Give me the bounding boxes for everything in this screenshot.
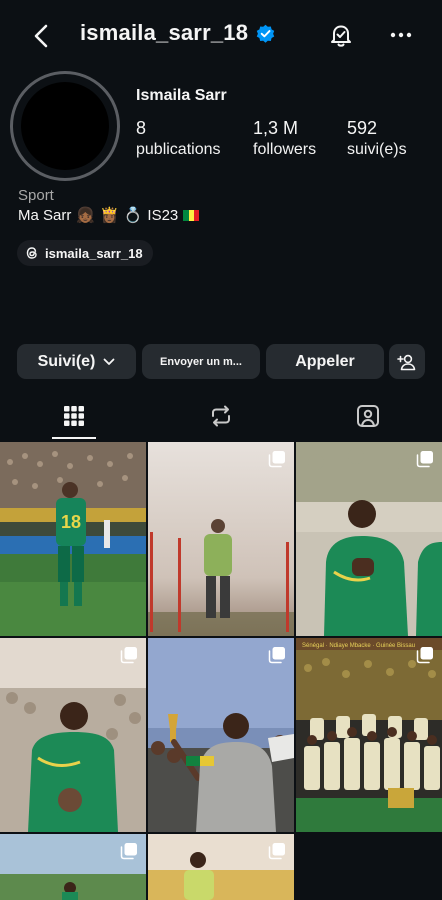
verified-badge-icon bbox=[256, 24, 275, 43]
grid-icon[interactable] bbox=[60, 402, 88, 430]
bio-text-end: IS23 bbox=[147, 206, 179, 224]
following-button[interactable]: Suivi(e) bbox=[17, 344, 136, 379]
threads-link[interactable]: ismaila_sarr_18 bbox=[17, 240, 153, 266]
post-tile-6[interactable]: Sénégal · Ndiaye Mbacke · Guinée Bissau bbox=[296, 638, 442, 832]
top-bar: ismaila_sarr_18 bbox=[0, 0, 442, 72]
profile-name: Ismaila Sarr bbox=[136, 87, 227, 104]
reels-icon[interactable] bbox=[207, 402, 235, 430]
post-image: 18 bbox=[0, 442, 146, 636]
add-person-icon bbox=[397, 354, 416, 370]
following-label: Suivi(e) bbox=[37, 352, 96, 370]
post-tile-7[interactable] bbox=[0, 834, 146, 900]
post-image bbox=[0, 638, 146, 832]
call-label: Appeler bbox=[295, 352, 355, 370]
stat-value: 8 bbox=[136, 118, 147, 138]
more-options-icon[interactable] bbox=[388, 22, 414, 48]
tagged-icon[interactable] bbox=[354, 402, 382, 430]
username-header: ismaila_sarr_18 bbox=[80, 20, 275, 46]
multiple-images-icon bbox=[416, 647, 433, 664]
profile-avatar-ring[interactable] bbox=[10, 71, 120, 181]
stat-value: 592 bbox=[347, 118, 378, 138]
suggested-users-button[interactable] bbox=[389, 344, 425, 379]
username: ismaila_sarr_18 bbox=[80, 20, 249, 45]
jersey-number: 18 bbox=[61, 512, 81, 532]
multiple-images-icon bbox=[268, 647, 285, 664]
profile-category: Sport bbox=[18, 187, 54, 204]
profile-bio: Ma Sarr 👧🏾 👸🏾 💍 IS23 bbox=[18, 206, 200, 224]
back-arrow-icon[interactable] bbox=[28, 22, 56, 50]
post-tile-2[interactable] bbox=[148, 442, 294, 636]
avatar[interactable] bbox=[21, 82, 109, 170]
post-tile-1[interactable]: 18 bbox=[0, 442, 146, 636]
post-image bbox=[148, 638, 294, 832]
multiple-images-icon bbox=[268, 451, 285, 468]
ring-emoji-icon: 💍 bbox=[123, 207, 143, 224]
chevron-down-icon bbox=[103, 358, 115, 365]
threads-icon bbox=[26, 247, 37, 259]
multiple-images-icon bbox=[268, 843, 285, 860]
stat-value: 1,3 M bbox=[253, 118, 299, 138]
call-button[interactable]: Appeler bbox=[266, 344, 384, 379]
stat-followers[interactable]: 1,3 M followers bbox=[253, 118, 316, 159]
stat-label: suivi(e)s bbox=[347, 141, 407, 158]
stat-label: followers bbox=[253, 141, 317, 158]
multiple-images-icon bbox=[416, 451, 433, 468]
post-tile-5[interactable] bbox=[148, 638, 294, 832]
post-tile-4[interactable] bbox=[0, 638, 146, 832]
message-label: Envoyer un m... bbox=[160, 355, 242, 368]
message-button[interactable]: Envoyer un m... bbox=[142, 344, 260, 379]
princess-emoji-icon: 👸🏾 bbox=[100, 207, 119, 224]
stat-following[interactable]: 592 suivi(e)s bbox=[347, 118, 407, 159]
stadium-banner-text: Sénégal · Ndiaye Mbacke · Guinée Bissau bbox=[302, 643, 415, 649]
threads-handle: ismaila_sarr_18 bbox=[45, 245, 143, 261]
stat-publications[interactable]: 8 publications bbox=[136, 118, 221, 159]
active-tab-indicator bbox=[52, 437, 96, 439]
multiple-images-icon bbox=[120, 647, 137, 664]
post-image bbox=[296, 442, 442, 636]
stat-label: publications bbox=[136, 141, 221, 158]
bio-text-start: Ma Sarr bbox=[18, 206, 72, 224]
post-tile-8[interactable] bbox=[148, 834, 294, 900]
post-tile-3[interactable] bbox=[296, 442, 442, 636]
notification-bell-icon[interactable] bbox=[327, 21, 355, 49]
senegal-flag-icon bbox=[183, 209, 200, 221]
girl-emoji-icon: 👧🏾 bbox=[76, 207, 96, 224]
post-image: Sénégal · Ndiaye Mbacke · Guinée Bissau bbox=[296, 638, 442, 832]
post-image bbox=[148, 442, 294, 636]
profile-tabs bbox=[0, 396, 442, 440]
multiple-images-icon bbox=[120, 843, 137, 860]
